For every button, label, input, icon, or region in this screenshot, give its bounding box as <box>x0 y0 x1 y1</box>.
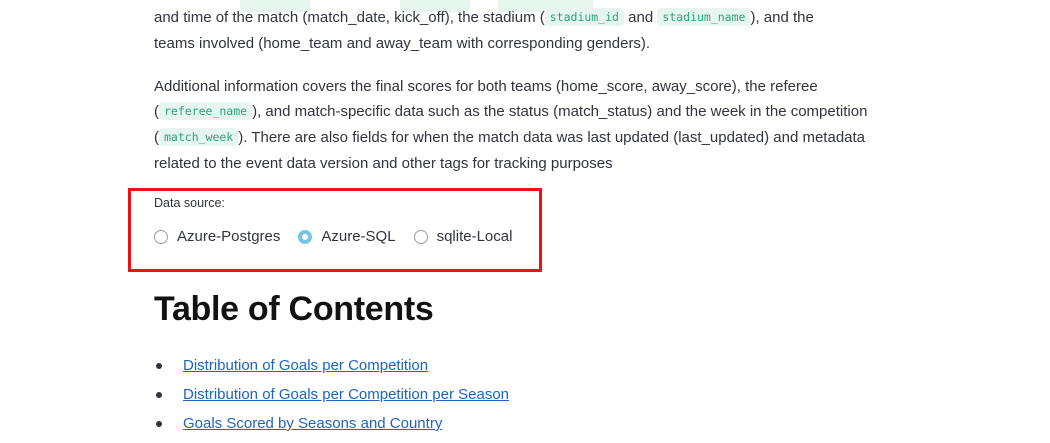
radio-label: Azure-SQL <box>321 228 396 245</box>
data-source-label: Data source: <box>154 196 225 210</box>
code-referee-name: referee_name <box>159 102 253 120</box>
intro-paragraph: and time of the match (match_date, kick_… <box>154 0 884 56</box>
list-item: Distribution of Goals per Competition <box>154 354 509 383</box>
page: and time of the match (match_date, kick_… <box>0 0 1050 443</box>
radio-label: sqlite-Local <box>436 228 513 245</box>
radio-label: Azure-Postgres <box>177 228 281 245</box>
intro-text: teams involved (home_team and away_team … <box>154 35 651 52</box>
code-match-week: match_week <box>159 128 239 146</box>
radio-circle[interactable] <box>154 229 168 244</box>
details-text: ). There are also fields for when the ma… <box>154 129 866 172</box>
toc-list: Distribution of Goals per Competition Di… <box>154 354 509 441</box>
intro-text: and time of the match (match_date, kick_… <box>154 9 545 26</box>
code-stadium-id: stadium_id <box>544 8 624 26</box>
bullet-icon <box>156 421 162 427</box>
toc-link-goals-per-competition-per-season[interactable]: Distribution of Goals per Competition pe… <box>183 383 509 407</box>
bullet-icon <box>156 363 162 369</box>
code-stadium-name: stadium_name <box>657 8 751 26</box>
radio-azure-postgres[interactable]: Azure-Postgres <box>154 228 280 245</box>
intro-text: and <box>624 9 658 26</box>
data-source-radio-group: Azure-Postgres Azure-SQL sqlite-Local <box>154 228 530 245</box>
toc-link-goals-per-competition[interactable]: Distribution of Goals per Competition <box>183 354 428 378</box>
list-item: Distribution of Goals per Competition pe… <box>154 383 509 412</box>
bullet-icon <box>156 392 162 398</box>
toc-title: Table of Contents <box>154 290 434 328</box>
intro-text: ), and the <box>750 9 814 26</box>
details-paragraph: Additional information covers the final … <box>154 74 874 176</box>
radio-circle[interactable] <box>413 229 428 244</box>
radio-sqlite-local[interactable]: sqlite-Local <box>413 228 513 245</box>
toc-link-goals-by-seasons-and-country[interactable]: Goals Scored by Seasons and Country <box>183 412 442 436</box>
radio-circle-selected[interactable] <box>298 229 313 244</box>
radio-azure-sql[interactable]: Azure-SQL <box>298 228 396 245</box>
list-item: Goals Scored by Seasons and Country <box>154 412 509 441</box>
